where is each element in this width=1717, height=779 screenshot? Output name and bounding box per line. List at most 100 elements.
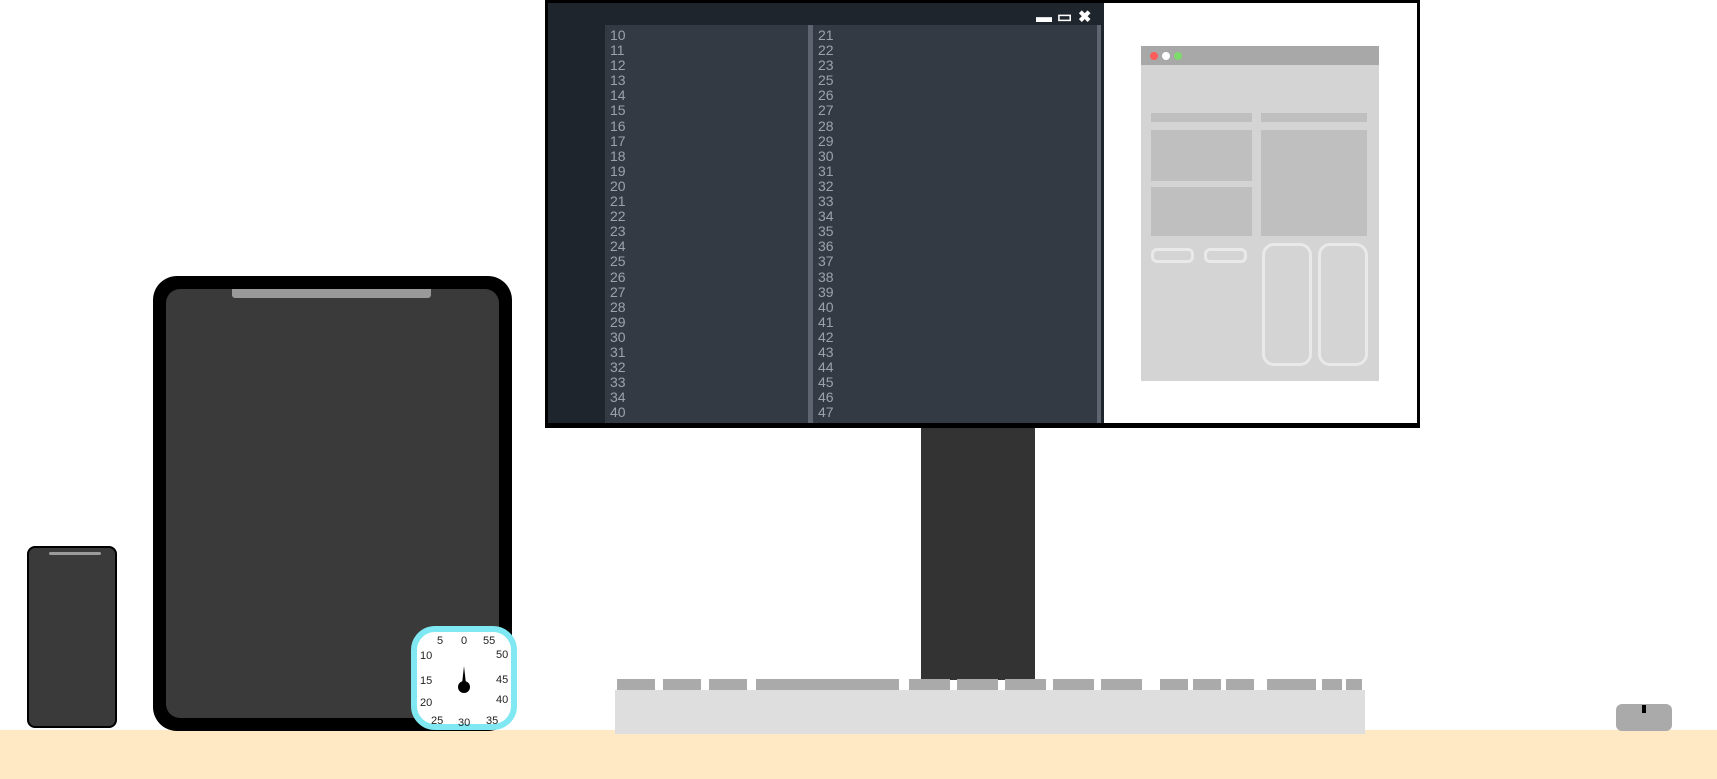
placeholder-block xyxy=(1151,130,1252,181)
line-number: 23 xyxy=(818,57,834,74)
preview-titlebar xyxy=(1141,46,1379,65)
line-number: 21 xyxy=(610,193,626,210)
monitor-stand xyxy=(921,428,1035,680)
phone[interactable] xyxy=(27,546,117,728)
line-number: 23 xyxy=(610,223,626,240)
line-number: 19 xyxy=(610,162,626,179)
keyboard-key[interactable] xyxy=(909,679,950,690)
line-number: 38 xyxy=(818,268,834,285)
line-number: 39 xyxy=(818,283,834,300)
line-number: 27 xyxy=(818,102,834,119)
line-number: 34 xyxy=(818,208,834,225)
line-number: 24 xyxy=(610,238,626,255)
timer-label-0: 0 xyxy=(461,635,468,647)
keyboard-key[interactable] xyxy=(709,679,747,690)
line-number: 21 xyxy=(818,27,834,43)
line-number: 28 xyxy=(610,298,626,315)
line-number: 10 xyxy=(610,27,626,43)
timer-label-25: 25 xyxy=(431,715,444,727)
keyboard-key[interactable] xyxy=(1346,679,1362,690)
desk-surface xyxy=(0,730,1717,779)
line-number: 18 xyxy=(610,147,626,164)
code-editor-window[interactable]: 10 11 12 13 14 15 16 17 18 19 20 21 22 23 24 25 26 27 28 29… xyxy=(548,3,1104,423)
line-number: 17 xyxy=(610,132,626,149)
line-number: 32 xyxy=(818,177,834,194)
line-number: 20 xyxy=(610,177,626,194)
timer-label-30: 30 xyxy=(458,717,471,729)
keyboard-key[interactable] xyxy=(617,679,655,690)
timer-label-55: 55 xyxy=(483,635,496,647)
mouse-wheel[interactable] xyxy=(1642,705,1646,713)
minimize-button[interactable]: ▬ xyxy=(1036,10,1052,26)
keyboard-key[interactable] xyxy=(1322,679,1342,690)
placeholder-card[interactable] xyxy=(1262,243,1312,366)
line-number: 31 xyxy=(610,343,626,360)
placeholder-heading xyxy=(1151,113,1252,122)
line-number: 32 xyxy=(610,359,626,376)
timer-label-20: 20 xyxy=(420,697,433,709)
line-number: 33 xyxy=(610,374,626,391)
minimize-dot-icon[interactable] xyxy=(1162,52,1170,60)
line-number: 43 xyxy=(818,343,834,360)
editor-pane-left[interactable] xyxy=(605,25,808,423)
keyboard-key[interactable] xyxy=(957,679,998,690)
maximize-button[interactable]: ▭ xyxy=(1057,10,1072,26)
close-button[interactable]: ✖ xyxy=(1078,10,1091,26)
keyboard-key[interactable] xyxy=(1160,679,1188,690)
keyboard-key[interactable] xyxy=(1193,679,1221,690)
keyboard-key[interactable] xyxy=(1101,679,1142,690)
line-number: 15 xyxy=(610,102,626,119)
timer-hand-icon xyxy=(458,666,470,693)
timer-dial[interactable]: 0 5 10 15 20 25 30 35 40 45 50 55 xyxy=(411,626,517,730)
line-number: 13 xyxy=(610,72,626,89)
line-number: 34 xyxy=(610,389,626,406)
keyboard-key[interactable] xyxy=(1226,679,1254,690)
line-number: 42 xyxy=(818,328,834,345)
line-number: 26 xyxy=(610,268,626,285)
placeholder-block xyxy=(1261,130,1367,236)
line-number: 40 xyxy=(818,298,834,315)
editor-scrollbar[interactable] xyxy=(1097,25,1101,423)
line-number: 29 xyxy=(610,313,626,330)
phone-speaker xyxy=(49,552,101,555)
line-number: 30 xyxy=(610,328,626,345)
mouse[interactable] xyxy=(1616,704,1672,731)
close-dot-icon[interactable] xyxy=(1150,52,1158,60)
line-number: 41 xyxy=(818,313,834,330)
timer-label-5: 5 xyxy=(437,635,444,647)
line-number: 16 xyxy=(610,117,626,134)
line-number: 26 xyxy=(818,87,834,104)
line-number: 37 xyxy=(818,253,834,270)
keyboard[interactable] xyxy=(615,690,1365,734)
keyboard-key[interactable] xyxy=(663,679,701,690)
line-number: 45 xyxy=(818,374,834,391)
line-number: 46 xyxy=(818,389,834,406)
line-number: 28 xyxy=(818,117,834,134)
line-numbers-right: 21 22 23 25 26 27 28 29 30 31 32 33 34 35 36 37 38 39 40 41… xyxy=(818,27,834,420)
editor-pane-right[interactable] xyxy=(813,25,1097,423)
line-number: 25 xyxy=(818,72,834,89)
keyboard-key[interactable] xyxy=(1005,679,1046,690)
timer-label-40: 40 xyxy=(496,694,509,706)
keyboard-key[interactable] xyxy=(1053,679,1094,690)
line-number: 33 xyxy=(818,193,834,210)
line-number: 36 xyxy=(818,238,834,255)
line-number: 27 xyxy=(610,283,626,300)
keyboard-key[interactable] xyxy=(1267,679,1316,690)
line-number: 14 xyxy=(610,87,626,104)
maximize-dot-icon[interactable] xyxy=(1174,52,1182,60)
line-number: 12 xyxy=(610,57,626,74)
line-number: 40 xyxy=(610,404,626,421)
line-number: 22 xyxy=(818,42,834,59)
keyboard-spacebar[interactable] xyxy=(756,679,899,690)
timer-label-35: 35 xyxy=(486,715,499,727)
preview-window[interactable] xyxy=(1141,46,1379,381)
placeholder-card[interactable] xyxy=(1318,243,1368,366)
timer-label-10: 10 xyxy=(420,650,433,662)
placeholder-button[interactable] xyxy=(1151,248,1194,263)
line-number: 44 xyxy=(818,359,834,376)
line-number: 25 xyxy=(610,253,626,270)
line-number: 22 xyxy=(610,208,626,225)
timer-label-50: 50 xyxy=(496,649,509,661)
placeholder-button[interactable] xyxy=(1204,248,1247,263)
